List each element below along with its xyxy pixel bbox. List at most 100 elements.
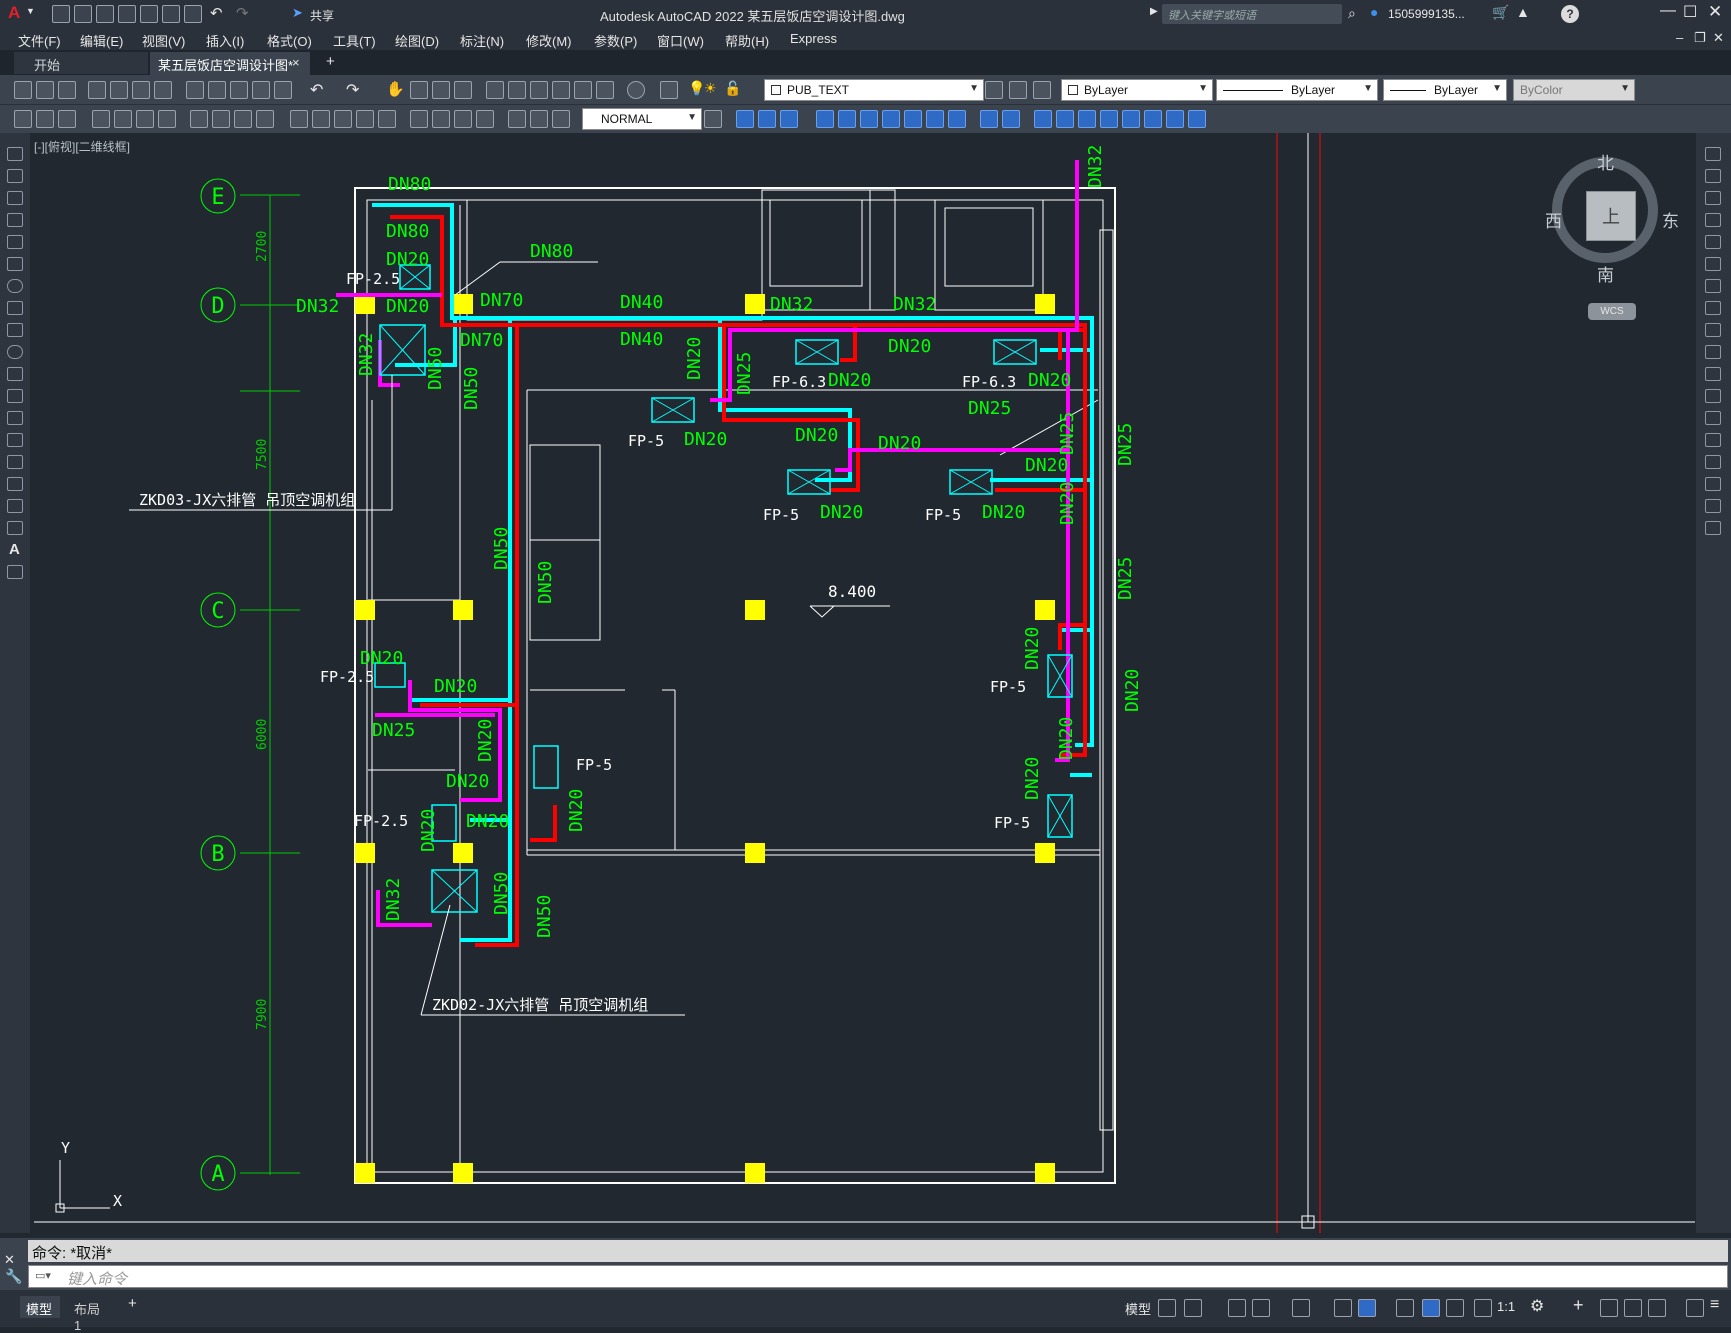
circle-icon[interactable]: [7, 279, 23, 293]
redo-icon[interactable]: ↷: [236, 4, 249, 22]
isodraft-icon[interactable]: [1292, 1299, 1310, 1317]
imprint-icon[interactable]: [1144, 110, 1162, 128]
copy-icon[interactable]: [208, 81, 226, 99]
mirror-icon[interactable]: [1705, 191, 1721, 205]
menu-help[interactable]: 帮助(H): [725, 31, 769, 50]
ellipse-arc-icon[interactable]: [7, 367, 23, 381]
workspace-gear-icon[interactable]: ⚙: [1530, 1296, 1544, 1316]
customize-menu-icon[interactable]: ≡: [1710, 1296, 1719, 1314]
redo-tool-icon[interactable]: ↷: [346, 80, 359, 100]
polyline-icon[interactable]: [7, 191, 23, 205]
pan-icon[interactable]: ✋: [386, 80, 405, 98]
jogged-linear-icon[interactable]: [476, 110, 494, 128]
units-icon[interactable]: [1600, 1299, 1618, 1317]
add-layout-button[interactable]: +: [128, 1295, 137, 1312]
ellipse-icon[interactable]: [7, 345, 23, 359]
linear-dim-icon[interactable]: [92, 110, 110, 128]
offset-icon[interactable]: [1705, 213, 1721, 227]
cut-icon[interactable]: [186, 81, 204, 99]
arc-length-icon[interactable]: [136, 110, 154, 128]
gradient-icon[interactable]: [7, 477, 23, 491]
save-web-icon[interactable]: [162, 5, 180, 23]
trim-icon[interactable]: [1705, 345, 1721, 359]
paste-icon[interactable]: [230, 81, 248, 99]
slice-icon[interactable]: [926, 110, 944, 128]
customize-wrench-icon[interactable]: 🔧: [5, 1268, 22, 1285]
blend-curves-icon[interactable]: [1705, 499, 1721, 513]
preview-icon[interactable]: [110, 81, 128, 99]
object-snap-tracking-icon[interactable]: [1334, 1299, 1352, 1317]
fillet-edge-icon[interactable]: [1056, 110, 1074, 128]
new-file-icon[interactable]: [52, 5, 70, 23]
menu-edit[interactable]: 编辑(E): [80, 31, 123, 50]
sheet-set-icon[interactable]: [552, 81, 570, 99]
point-icon[interactable]: [7, 433, 23, 447]
open-web-icon[interactable]: [140, 5, 158, 23]
polar-tracking-icon[interactable]: [1252, 1299, 1270, 1317]
annotation-monitor-icon[interactable]: +: [1573, 1295, 1584, 1316]
dim-update-icon[interactable]: [552, 110, 570, 128]
share-button[interactable]: 共享: [310, 7, 334, 24]
tab-layout1[interactable]: 布局1: [68, 1296, 112, 1333]
doc-minimize-button[interactable]: –: [1676, 30, 1683, 45]
chamfer-edge-icon[interactable]: [1078, 110, 1096, 128]
dim-break-icon[interactable]: [378, 110, 396, 128]
save-icon[interactable]: [96, 5, 114, 23]
block-editor-icon[interactable]: [274, 81, 292, 99]
compass-south[interactable]: 南: [1597, 261, 1614, 286]
model-space-toggle[interactable]: 模型: [1125, 1299, 1151, 1318]
fillet-icon[interactable]: [1705, 477, 1721, 491]
plot-icon[interactable]: [184, 5, 202, 23]
polygon-icon[interactable]: [7, 213, 23, 227]
maximize-button[interactable]: ☐: [1683, 2, 1697, 22]
minimize-button[interactable]: —: [1660, 2, 1676, 20]
menu-file[interactable]: 文件(F): [18, 31, 61, 50]
menu-view[interactable]: 视图(V): [142, 31, 185, 50]
tab-close-icon[interactable]: ×: [292, 55, 300, 70]
color-dropdown[interactable]: ByLayer ▼: [1061, 79, 1213, 101]
loft-icon[interactable]: [904, 110, 922, 128]
dim-edit-icon[interactable]: [508, 110, 526, 128]
tab-model[interactable]: 模型: [20, 1296, 60, 1318]
presspull-icon[interactable]: [838, 110, 856, 128]
continue-dim-icon[interactable]: [334, 110, 352, 128]
share-icon[interactable]: ➤: [292, 5, 303, 21]
stretch-icon[interactable]: [1705, 323, 1721, 337]
array-icon[interactable]: [1705, 235, 1721, 249]
revcloud-icon[interactable]: [7, 301, 23, 315]
help-icon[interactable]: ?: [1561, 5, 1579, 23]
diameter-dim-icon[interactable]: [234, 110, 252, 128]
extrude-icon[interactable]: [816, 110, 834, 128]
compass-west[interactable]: 西: [1545, 207, 1562, 232]
autodesk-app-icon[interactable]: ▲: [1516, 4, 1530, 20]
tab-start[interactable]: 开始: [14, 52, 148, 74]
erase-icon[interactable]: [1705, 147, 1721, 161]
user-account[interactable]: 1505999135...: [1388, 7, 1465, 21]
insert-block-icon[interactable]: [7, 389, 23, 403]
dim-2-icon[interactable]: [36, 110, 54, 128]
center-mark-icon[interactable]: [432, 110, 450, 128]
auto-scale-icon[interactable]: [1446, 1299, 1464, 1317]
join-icon[interactable]: [1705, 433, 1721, 447]
break-icon[interactable]: [1705, 411, 1721, 425]
save-tool-icon[interactable]: [58, 81, 76, 99]
copy-object-icon[interactable]: [1705, 169, 1721, 183]
thicken-icon[interactable]: [948, 110, 966, 128]
spline-icon[interactable]: [7, 323, 23, 337]
menu-dimension[interactable]: 标注(N): [460, 31, 504, 50]
menu-express[interactable]: Express: [790, 31, 837, 46]
region-icon[interactable]: [7, 499, 23, 513]
new-tab-button[interactable]: +: [326, 53, 335, 70]
command-close-icon[interactable]: ✕: [4, 1252, 15, 1268]
doc-restore-button[interactable]: ❐: [1694, 30, 1706, 46]
zoom-window-icon[interactable]: [432, 81, 450, 99]
search-input[interactable]: 键入关键字或短语: [1162, 4, 1342, 24]
design-center-icon[interactable]: [508, 81, 526, 99]
radius-dim-icon[interactable]: [190, 110, 208, 128]
solid-subtract-icon[interactable]: [780, 110, 798, 128]
print-icon[interactable]: [88, 81, 106, 99]
menu-tools[interactable]: 工具(T): [333, 31, 376, 50]
app-menu-chevron-icon[interactable]: ▼: [26, 6, 35, 16]
dim-style-icon[interactable]: [704, 110, 722, 128]
dim-1-icon[interactable]: [14, 110, 32, 128]
